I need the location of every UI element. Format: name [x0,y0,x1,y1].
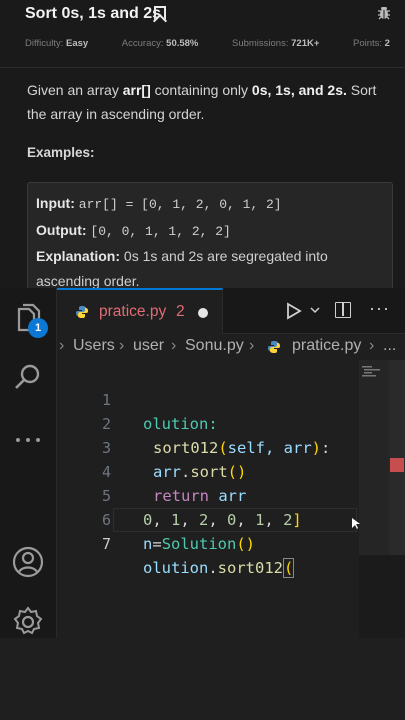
minimap[interactable] [359,360,405,638]
chevron-right-icon: › [249,337,255,354]
error-marker [390,458,404,472]
code-line[interactable]: 6 n=Solution() [57,484,359,553]
difficulty-stat: Difficulty: Easy [25,38,89,49]
line-content: n=Solution() [143,535,256,553]
explorer-badge: 1 [28,318,48,338]
points-stat: Points: 2 [352,38,390,49]
unsaved-dot-icon[interactable] [198,308,208,318]
chevron-right-icon: › [369,337,375,354]
activity-bar [0,288,57,638]
breadcrumb: › Users › user › Sonu.py › pratice.py › … [57,334,405,360]
bug-report-icon[interactable] [376,5,392,25]
run-icon[interactable] [286,302,302,320]
chevron-right-icon: › [171,337,177,354]
problem-panel: Sort 0s, 1s and 2s Difficulty: Easy Accu… [0,0,405,288]
problem-stats: Difficulty: Easy Accuracy: 50.58% Submis… [25,38,390,49]
problem-description: Given an array arr[] containing only 0s,… [27,82,377,122]
example-box: Input: arr[] = [0, 1, 2, 0, 1, 2] Output… [27,182,393,288]
accuracy-stat: Accuracy: 50.58% [121,38,199,49]
breadcrumb-pratice[interactable]: pratice.py [292,337,361,355]
bookmark-icon[interactable] [154,6,166,21]
breadcrumb-more[interactable]: ... [383,337,396,355]
minimap-code-preview [362,366,380,377]
tab-problem-count: 2 [176,303,185,320]
more-icon[interactable] [10,422,46,458]
python-file-icon [76,306,88,318]
example-input: Input: arr[] = [0, 1, 2, 0, 1, 2] [36,195,282,212]
account-icon[interactable] [10,544,46,580]
breadcrumb-user[interactable]: user [133,337,164,355]
tab-filename: pratice.py [99,303,167,320]
minimap-slider[interactable] [359,360,389,555]
text-cursor: ( [283,558,295,578]
code-line[interactable]: 2 sort012(self, arr): [57,388,359,457]
line-number: 7 [101,535,111,553]
settings-icon[interactable] [10,604,46,640]
editor-more-icon[interactable]: ··· [369,298,390,319]
search-icon[interactable] [10,360,46,396]
line-content: olution.sort012( [143,558,295,578]
breadcrumb-sonu[interactable]: Sonu.py [185,337,244,355]
code-line[interactable]: 7 olution.sort012( [57,508,359,578]
chevron-right-icon: › [119,337,125,354]
python-file-icon [268,341,280,353]
problem-title: Sort 0s, 1s and 2s [25,5,162,22]
split-editor-icon[interactable] [335,302,351,318]
chevron-right-icon: › [59,337,65,354]
code-line[interactable]: 3 arr.sort() [57,412,359,481]
problem-header: Sort 0s, 1s and 2s Difficulty: Easy Accu… [0,0,405,68]
tab-pratice-py[interactable]: pratice.py 2 [57,288,223,334]
examples-heading: Examples: [27,145,95,160]
example-explanation: Explanation: 0s 1s and 2s are segregated… [36,248,328,288]
example-output: Output: [0, 0, 1, 1, 2, 2] [36,221,231,239]
breadcrumb-users[interactable]: Users [73,337,115,355]
code-line[interactable]: 4 return arr [57,436,359,505]
mouse-pointer-icon [352,518,360,529]
code-editor[interactable]: 1 olution: 2 sort012(self, arr): 3 arr.s… [57,360,359,638]
submissions-stat: Submissions: 721K+ [231,38,320,49]
tab-bar: pratice.py 2 ··· [57,288,405,334]
code-line[interactable]: 1 olution: [57,364,359,433]
bottom-area [0,638,405,720]
chevron-down-icon[interactable] [309,304,321,316]
code-line[interactable]: 5 0, 1, 2, 0, 1, 2] [57,460,359,529]
